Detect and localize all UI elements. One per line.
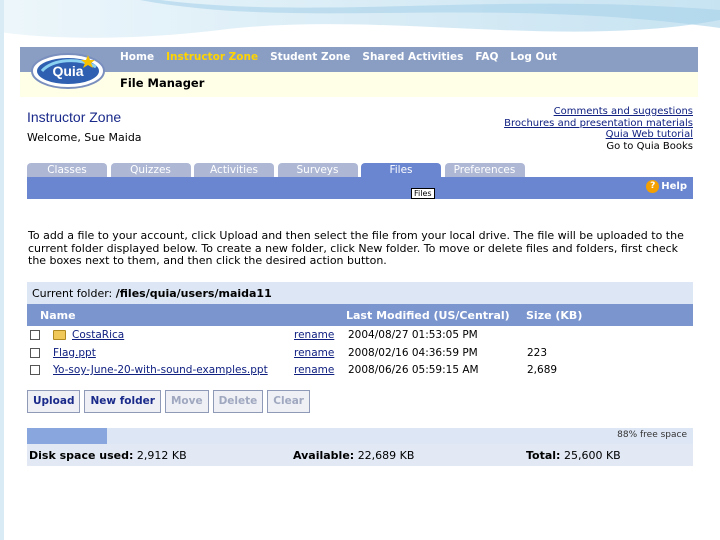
brochures-link[interactable]: Brochures and presentation materials — [504, 118, 693, 130]
column-header-modified[interactable]: Last Modified (US/Central) — [346, 309, 510, 322]
disk-total-label: Total: — [526, 449, 561, 462]
row-checkbox[interactable] — [30, 365, 40, 375]
disk-used-stat: Disk space used: 2,912 KB — [29, 449, 187, 462]
nav-link-log-out[interactable]: Log Out — [510, 51, 557, 63]
quia-books-link[interactable]: Go to Quia Books — [504, 141, 693, 153]
current-folder-path: /files/quia/users/maida11 — [115, 287, 272, 300]
disk-available-value: 22,689 KB — [357, 449, 415, 462]
folder-icon — [53, 330, 66, 340]
rename-link[interactable]: rename — [294, 347, 334, 359]
tab-tooltip: Files — [411, 188, 435, 199]
disk-stats: Disk space used: 2,912 KB Available: 22,… — [27, 444, 693, 466]
tab-activities[interactable]: Activities — [194, 163, 274, 177]
file-name-link[interactable]: CostaRica — [72, 329, 124, 341]
disk-usage-fill — [27, 428, 107, 444]
row-checkbox[interactable] — [30, 347, 40, 358]
disk-available-label: Available: — [293, 449, 355, 462]
new-folder-button[interactable]: New folder — [84, 390, 161, 413]
clear-button[interactable]: Clear — [267, 390, 310, 413]
delete-button[interactable]: Delete — [212, 390, 264, 413]
help-button[interactable]: ? Help — [646, 180, 687, 193]
welcome-message: Welcome, Sue Maida — [27, 131, 142, 144]
comments-link[interactable]: Comments and suggestions — [504, 106, 693, 118]
nav-link-student-zone[interactable]: Student Zone — [270, 51, 350, 63]
tab-surveys[interactable]: Surveys — [277, 163, 358, 177]
disk-used-value: 2,912 KB — [136, 449, 187, 462]
zone-tabs: Classes Quizzes Activities Surveys Files Pref… — [27, 163, 528, 177]
tab-preferences[interactable]: Preferences — [444, 163, 525, 177]
table-row: Flag.ppt rename 2008/02/16 04:36:59 PM 223 — [27, 345, 693, 362]
current-folder-label: Current folder: — [32, 287, 113, 300]
column-header-name[interactable]: Name — [40, 309, 76, 322]
zone-title: Instructor Zone — [27, 109, 122, 125]
quia-file-manager-screenshot: Home Instructor Zone Student Zone Shared Ac… — [20, 47, 698, 472]
help-links: Comments and suggestions Brochures and p… — [504, 106, 693, 152]
file-modified-date: 2008/06/26 05:59:15 AM — [348, 364, 479, 376]
rename-link[interactable]: rename — [294, 364, 334, 376]
file-size: 2,689 — [527, 364, 558, 376]
tab-toolbar: ? Help — [27, 177, 693, 199]
page-title: File Manager — [120, 76, 205, 90]
file-modified-date: 2008/02/16 04:36:59 PM — [348, 346, 478, 359]
help-icon: ? — [646, 180, 660, 193]
table-row: Yo-soy-June-20-with-sound-examples.ppt re… — [27, 362, 693, 379]
disk-available-stat: Available: 22,689 KB — [293, 449, 414, 462]
top-navigation-bar: Home Instructor Zone Student Zone Shared Ac… — [20, 47, 698, 72]
instructions-text: To add a file to your account, click Upl… — [28, 229, 684, 267]
column-header-size[interactable]: Size (KB) — [526, 309, 582, 322]
disk-total-stat: Total: 25,600 KB — [526, 449, 621, 462]
svg-text:Quia: Quia — [52, 63, 83, 79]
help-label: Help — [661, 181, 687, 192]
file-table-header: Name Last Modified (US/Central) Size (KB… — [27, 304, 693, 326]
disk-used-label: Disk space used: — [29, 449, 134, 462]
nav-link-home[interactable]: Home — [120, 51, 154, 63]
disk-total-value: 25,600 KB — [563, 449, 621, 462]
tab-classes[interactable]: Classes — [27, 163, 107, 177]
rename-link[interactable]: rename — [294, 329, 334, 341]
file-name-link[interactable]: Flag.ppt — [53, 347, 96, 359]
free-space-label: 88% free space — [617, 430, 687, 440]
tab-files[interactable]: Files — [361, 163, 441, 177]
quia-logo[interactable]: Quia — [28, 49, 112, 93]
tutorial-link[interactable]: Quia Web tutorial — [504, 129, 693, 141]
nav-link-faq[interactable]: FAQ — [475, 51, 498, 63]
move-button[interactable]: Move — [164, 390, 209, 413]
upload-button[interactable]: Upload — [27, 390, 81, 413]
row-checkbox[interactable] — [30, 330, 40, 340]
action-buttons: Upload New folder Move Delete Clear — [27, 390, 314, 413]
tab-quizzes[interactable]: Quizzes — [110, 163, 191, 177]
main-nav: Home Instructor Zone Student Zone Shared Ac… — [120, 51, 569, 63]
file-size: 223 — [527, 346, 548, 359]
file-name-link[interactable]: Yo-soy-June-20-with-sound-examples.ppt — [53, 364, 268, 376]
disk-usage-bar: 88% free space — [27, 428, 693, 444]
nav-link-shared-activities[interactable]: Shared Activities — [362, 51, 463, 63]
nav-link-instructor-zone[interactable]: Instructor Zone — [166, 51, 258, 63]
current-folder-bar: Current folder: /files/quia/users/maida1… — [27, 282, 693, 304]
page-title-bar: File Manager — [20, 72, 698, 97]
table-row: CostaRica rename 2004/08/27 01:53:05 PM — [27, 327, 693, 344]
file-modified-date: 2004/08/27 01:53:05 PM — [348, 329, 478, 341]
